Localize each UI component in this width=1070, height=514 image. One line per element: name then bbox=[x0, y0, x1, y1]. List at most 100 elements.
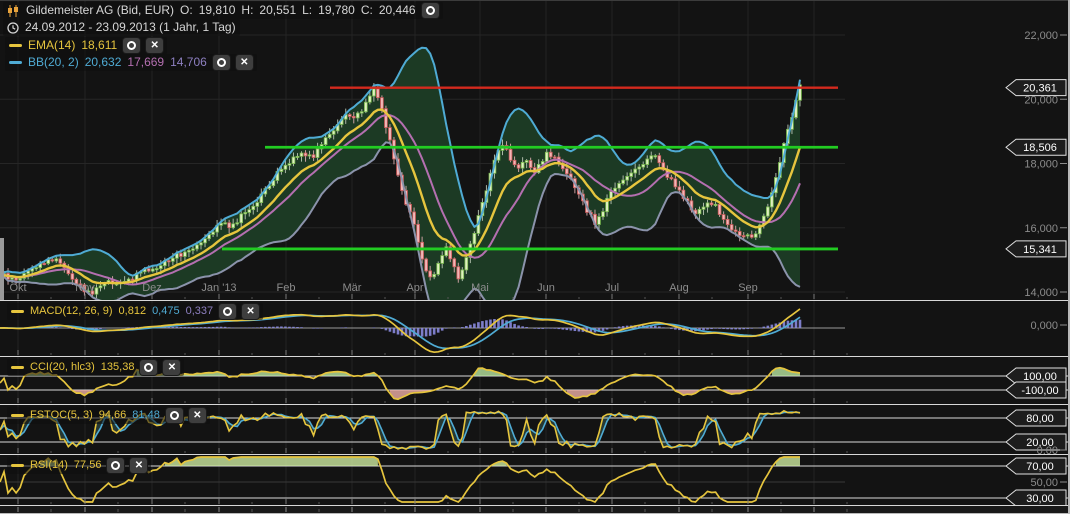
ohlc-low-value: 19,780 bbox=[318, 3, 355, 18]
month-label: Mai bbox=[471, 282, 489, 294]
price-badge[interactable]: 30,00 bbox=[1006, 490, 1066, 505]
ohlc-open-value: 19,810 bbox=[199, 3, 236, 18]
axis-tick-label: 0,000 bbox=[1030, 320, 1058, 332]
cci-legend-row: CCI(20, hlc3) 135,38 ✕ bbox=[7, 359, 184, 376]
cci-settings-button[interactable] bbox=[140, 360, 157, 375]
price-badge[interactable]: 20,361 bbox=[1006, 80, 1066, 96]
month-label: Apr bbox=[406, 282, 423, 294]
settings-icon bbox=[223, 307, 232, 316]
ema-value: 18,611 bbox=[81, 38, 117, 53]
settings-icon bbox=[426, 6, 435, 15]
price-badge-label: 18,506 bbox=[1023, 142, 1057, 154]
ohlc-low-label: L: bbox=[302, 3, 312, 18]
price-badge[interactable]: -100,00 bbox=[1006, 382, 1066, 398]
macd-name: MACD(12, 26, 9) bbox=[30, 304, 113, 319]
month-label: Mär bbox=[343, 282, 362, 294]
bb-upper-value: 20,632 bbox=[85, 55, 122, 70]
bb-lower-value: 14,706 bbox=[170, 55, 207, 70]
ohlc-high-label: H: bbox=[241, 3, 253, 18]
macd-settings-button[interactable] bbox=[219, 304, 236, 319]
month-label: Nov bbox=[75, 282, 95, 294]
bb-middle-value: 17,669 bbox=[127, 55, 164, 70]
price-badge-label: 20,361 bbox=[1023, 83, 1057, 95]
axis-tick-label: 50,00 bbox=[1030, 477, 1058, 489]
month-label: Jul bbox=[605, 282, 619, 294]
ema-legend-row: EMA(14) 18,611 ✕ bbox=[5, 37, 167, 54]
rsi-panel[interactable]: 70,00 50,00 30,00 bbox=[0, 454, 1070, 505]
macd-signal-line[interactable] bbox=[0, 315, 800, 348]
price-badge[interactable]: 70,00 bbox=[1006, 458, 1066, 474]
macd-value: 0,812 bbox=[119, 304, 147, 319]
ema-settings-button[interactable] bbox=[123, 38, 140, 53]
ema-name: EMA(14) bbox=[28, 38, 75, 53]
rsi-remove-button[interactable]: ✕ bbox=[130, 458, 147, 473]
macd-signal-value: 0,475 bbox=[152, 304, 180, 319]
rsi-color-swatch bbox=[11, 464, 24, 467]
price-badge-label: -100,00 bbox=[1021, 385, 1058, 397]
bb-color-swatch bbox=[9, 61, 22, 64]
rsi-legend-row: RSI(14) 77,56 ✕ bbox=[7, 457, 151, 474]
month-label: Sep bbox=[738, 282, 758, 294]
month-label: Jun bbox=[537, 282, 555, 294]
fstoc-color-swatch bbox=[11, 414, 24, 417]
cci-color-swatch bbox=[11, 366, 24, 369]
settings-icon bbox=[111, 461, 120, 470]
macd-color-swatch bbox=[11, 310, 24, 313]
left-edge-gripper bbox=[0, 238, 4, 300]
settings-icon bbox=[170, 411, 179, 420]
ohlc-open-label: O: bbox=[180, 3, 193, 18]
macd-hist-value: 0,337 bbox=[186, 304, 214, 319]
ohlc-close-label: C: bbox=[361, 3, 373, 18]
axis-tick-label: 14,000 bbox=[1024, 287, 1058, 299]
price-badge[interactable]: 80,00 bbox=[1006, 410, 1066, 426]
rsi-name: RSI(14) bbox=[30, 458, 68, 473]
bb-remove-button[interactable]: ✕ bbox=[236, 55, 253, 70]
fstoc-legend-row: FSTOC(5, 3) 94,66 81,48 ✕ bbox=[7, 407, 210, 424]
ohlc-high-value: 20,551 bbox=[259, 3, 296, 18]
axis-tick-label: 16,000 bbox=[1024, 223, 1058, 235]
ema-color-swatch bbox=[9, 44, 22, 47]
bb-settings-button[interactable] bbox=[213, 55, 230, 70]
price-badge[interactable]: 18,506 bbox=[1006, 139, 1066, 155]
chart-window: OktNovDezJan '13FebMärAprMaiJunJulAugSep… bbox=[0, 0, 1070, 514]
rsi-settings-button[interactable] bbox=[107, 458, 124, 473]
price-badge-label: 80,00 bbox=[1026, 413, 1054, 425]
rsi-value: 77,56 bbox=[74, 458, 102, 473]
fstoc-name: FSTOC(5, 3) bbox=[30, 408, 93, 423]
price-badge-label: 30,00 bbox=[1026, 493, 1054, 505]
axis-tick-label: 18,000 bbox=[1024, 159, 1058, 171]
settings-icon bbox=[127, 41, 136, 50]
axis-tick-label: 0,00 bbox=[1037, 445, 1058, 454]
period-row: 24.09.2012 - 23.09.2013 (1 Jahr, 1 Tag) bbox=[3, 19, 240, 36]
axis-tick-label: 22,000 bbox=[1024, 30, 1058, 42]
price-badge-label: 15,341 bbox=[1023, 244, 1057, 256]
settings-icon bbox=[217, 58, 226, 67]
cci-remove-button[interactable]: ✕ bbox=[163, 360, 180, 375]
ohlc-close-value: 20,446 bbox=[379, 3, 416, 18]
fstoc-d-value: 81,48 bbox=[132, 408, 160, 423]
settings-icon bbox=[144, 363, 153, 372]
fstoc-k-value: 94,66 bbox=[99, 408, 127, 423]
candlestick-icon bbox=[7, 5, 20, 17]
macd-remove-button[interactable]: ✕ bbox=[242, 304, 259, 319]
month-label: Aug bbox=[669, 282, 689, 294]
cci-value: 135,38 bbox=[101, 360, 135, 375]
chart-settings-button[interactable] bbox=[422, 3, 439, 18]
ema-line[interactable] bbox=[0, 110, 800, 284]
symbol-row: Gildemeister AG (Bid, EUR) O:19,810 H:20… bbox=[3, 2, 443, 19]
bb-name: BB(20, 2) bbox=[28, 55, 79, 70]
month-label: Dez bbox=[142, 282, 162, 294]
cci-name: CCI(20, hlc3) bbox=[30, 360, 95, 375]
fstoc-remove-button[interactable]: ✕ bbox=[189, 408, 206, 423]
window-border-top bbox=[0, 0, 1070, 1]
price-badge-label: 70,00 bbox=[1026, 461, 1054, 473]
month-label: Jan '13 bbox=[201, 282, 236, 294]
fstoc-settings-button[interactable] bbox=[166, 408, 183, 423]
month-label: Okt bbox=[9, 282, 26, 294]
bb-legend-row: BB(20, 2) 20,632 17,669 14,706 ✕ bbox=[5, 54, 257, 71]
period-label: 24.09.2012 - 23.09.2013 (1 Jahr, 1 Tag) bbox=[25, 20, 236, 35]
price-badge-label: 100,00 bbox=[1023, 371, 1057, 383]
macd-legend-row: MACD(12, 26, 9) 0,812 0,475 0,337 ✕ bbox=[7, 303, 263, 320]
ema-remove-button[interactable]: ✕ bbox=[146, 38, 163, 53]
price-badge[interactable]: 15,341 bbox=[1006, 241, 1066, 257]
